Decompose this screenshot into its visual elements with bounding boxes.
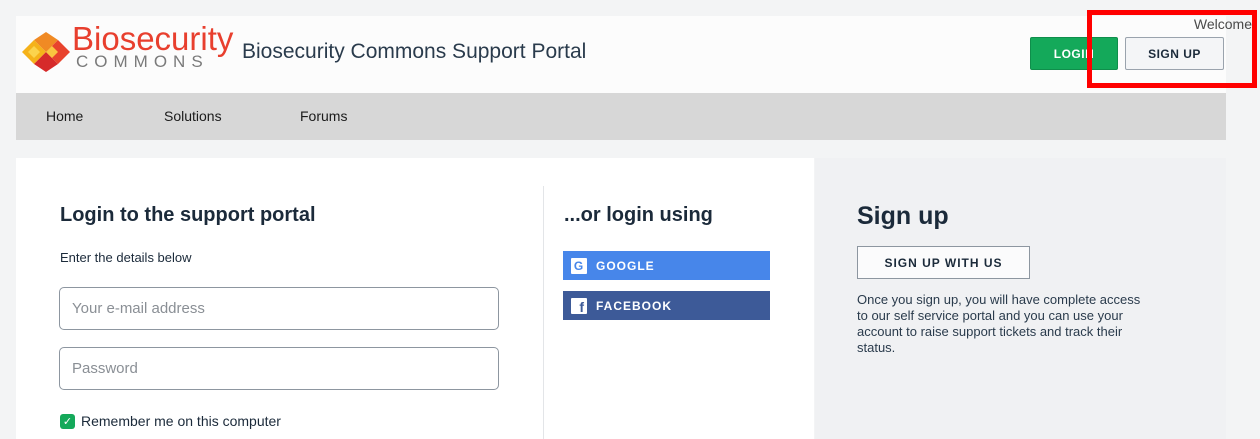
signup-description: Once you sign up, you will have complete… [857,292,1141,355]
signup-heading: Sign up [857,202,949,230]
login-subheading: Enter the details below [60,250,192,265]
google-login-button[interactable]: G GOOGLE [563,251,770,280]
facebook-label: FACEBOOK [596,298,673,313]
nav-item-home[interactable]: Home [46,108,83,124]
welcome-text: Welcome [1193,16,1252,32]
login-heading: Login to the support portal [60,204,316,226]
main-nav: Home Solutions Forums [16,93,1226,140]
signup-button[interactable]: SIGN UP [1125,37,1224,70]
portal-title: Biosecurity Commons Support Portal [242,40,587,63]
password-input[interactable] [59,347,499,390]
login-button[interactable]: LOGIN [1030,37,1118,70]
support-portal-page: Welcome Biosecurity COMMONS Biosecurity … [0,0,1260,439]
remember-me[interactable]: ✓ Remember me on this computer [60,413,281,429]
facebook-icon: f [571,297,587,314]
signup-with-us-button[interactable]: SIGN UP WITH US [857,246,1030,279]
social-login-heading: ...or login using [564,204,713,226]
nav-item-solutions[interactable]: Solutions [164,108,222,124]
facebook-login-button[interactable]: f FACEBOOK [563,291,770,320]
panel-divider [543,186,544,439]
brand-logo-text: Biosecurity COMMONS [72,22,233,70]
biosecurity-logo-icon [22,32,70,72]
remember-label: Remember me on this computer [81,413,281,429]
email-input[interactable] [59,287,499,330]
nav-item-forums[interactable]: Forums [300,108,347,124]
checkbox-checked-icon[interactable]: ✓ [60,413,75,429]
google-label: GOOGLE [596,258,655,273]
google-icon: G [571,257,587,274]
